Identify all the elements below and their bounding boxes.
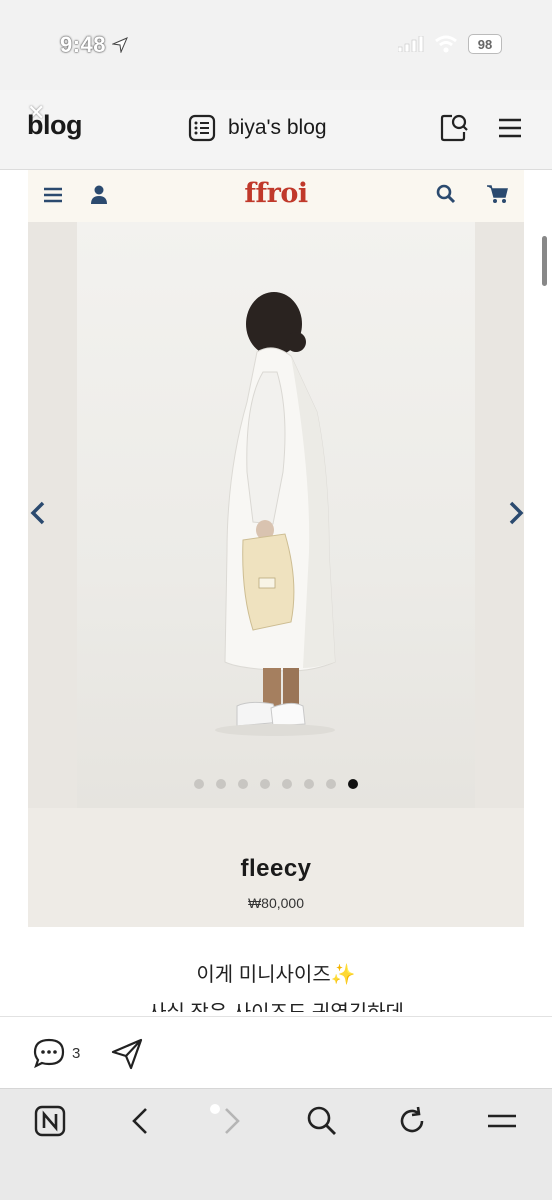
shop-nav: ffroi [28,170,524,222]
product-price: ₩80,000 [247,895,305,911]
comment-icon [33,1038,65,1069]
model-illustration [215,292,336,736]
carousel-dot[interactable] [194,779,204,789]
search-icon[interactable] [306,1105,338,1137]
scrollbar[interactable] [542,236,547,286]
refresh-icon[interactable] [396,1105,428,1137]
browser-toolbar [0,1088,552,1200]
blog-header: ✕ blog biya's blog [0,90,552,170]
carousel-prev-arrow-icon[interactable] [28,500,48,526]
carousel-dot[interactable] [282,779,292,789]
status-time-text: 9:48 [60,32,107,57]
shop-nav-right [436,184,508,204]
location-arrow-icon [112,37,128,53]
comment-count: 3 [72,1044,81,1062]
comment-button[interactable]: 3 [32,1037,80,1069]
carousel-dot[interactable] [304,779,314,789]
carousel-dot[interactable] [216,779,226,789]
forward-icon[interactable] [220,1105,244,1137]
cart-icon[interactable] [486,184,508,204]
product-photo[interactable] [77,222,475,808]
header-actions [438,112,524,144]
status-time: 9:48 [60,32,128,58]
menu-icon[interactable] [486,1105,518,1137]
blog-title-group[interactable]: biya's blog [188,114,327,142]
post-text-line: 이게 미니사이즈✨ [196,964,356,986]
product-name: fleecy [240,855,312,882]
shop-embed: ffroi fleecy ₩80,000 [28,170,524,927]
search-doc-icon[interactable] [438,112,470,144]
carousel-dots [28,779,524,789]
share-icon[interactable] [110,1037,144,1071]
post-action-bar: 3 [0,1016,552,1088]
blog-title: biya's blog [228,116,327,139]
post-text-line: 사실 작은 사이즈도 귀엽긴하데 [0,996,552,1012]
back-icon[interactable] [128,1105,152,1137]
carousel-dot-active[interactable] [348,779,358,789]
blog-logo[interactable]: blog [27,110,82,141]
status-indicators: 98 [398,34,502,54]
list-icon [188,114,216,142]
wifi-icon [435,35,457,53]
carousel-next-arrow-icon[interactable] [506,500,526,526]
carousel-dot[interactable] [238,779,248,789]
battery-indicator: 98 [468,34,502,54]
hamburger-menu-icon[interactable] [496,114,524,142]
carousel-dot[interactable] [260,779,270,789]
status-bar: 9:48 98 [0,0,552,90]
carousel-dot[interactable] [326,779,336,789]
cellular-signal-icon [398,36,424,52]
search-icon[interactable] [436,184,456,204]
naver-home-icon[interactable] [34,1105,66,1137]
page-indicator-dot [210,1104,220,1114]
